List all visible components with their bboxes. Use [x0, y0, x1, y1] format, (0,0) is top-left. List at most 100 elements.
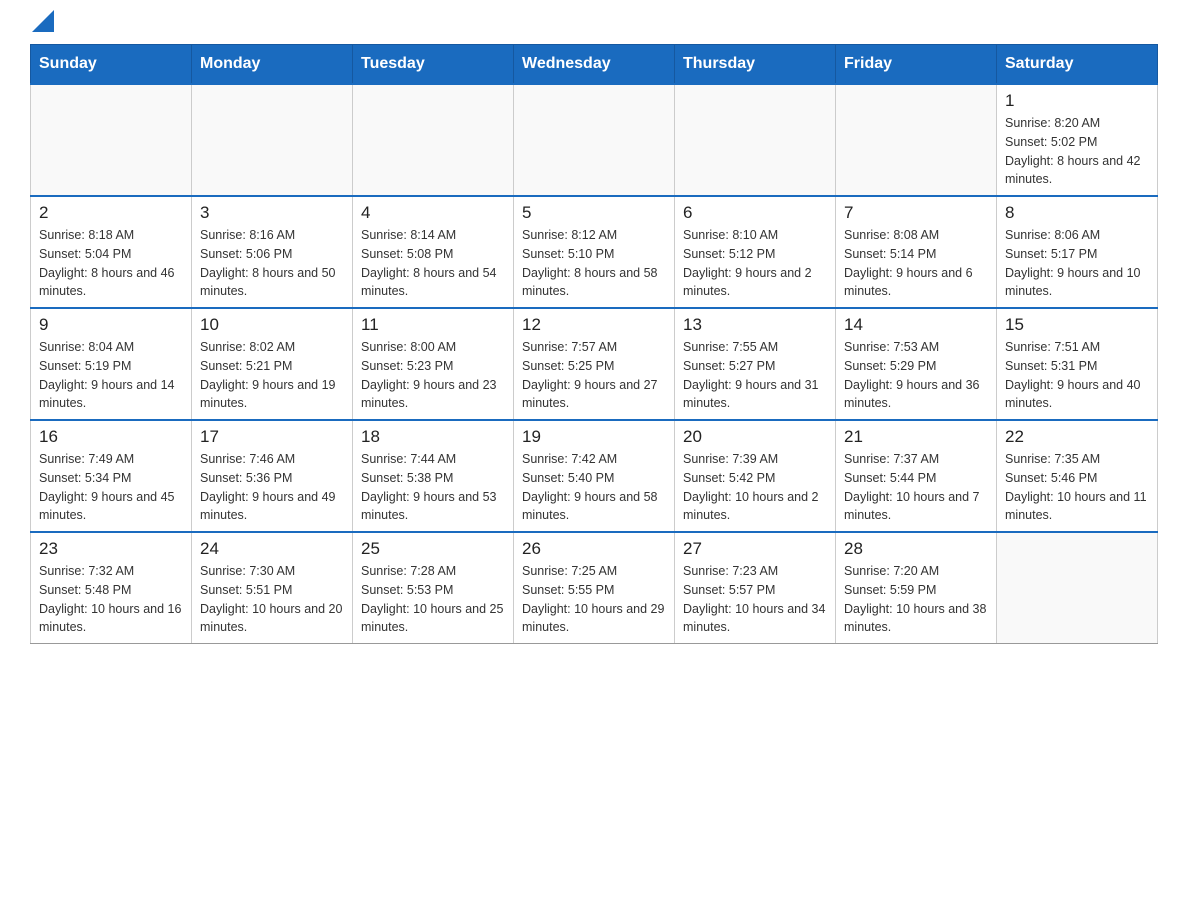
day-number: 19	[522, 427, 666, 447]
day-info: Sunrise: 8:20 AMSunset: 5:02 PMDaylight:…	[1005, 114, 1149, 189]
column-header-friday: Friday	[836, 45, 997, 85]
column-header-thursday: Thursday	[675, 45, 836, 85]
calendar-week-row: 1 Sunrise: 8:20 AMSunset: 5:02 PMDaylight…	[31, 84, 1158, 196]
day-info: Sunrise: 7:25 AMSunset: 5:55 PMDaylight:…	[522, 562, 666, 637]
calendar-cell: 27 Sunrise: 7:23 AMSunset: 5:57 PMDayligh…	[675, 532, 836, 644]
day-info: Sunrise: 7:23 AMSunset: 5:57 PMDaylight:…	[683, 562, 827, 637]
calendar-cell: 26 Sunrise: 7:25 AMSunset: 5:55 PMDayligh…	[514, 532, 675, 644]
calendar-week-row: 2 Sunrise: 8:18 AMSunset: 5:04 PMDaylight…	[31, 196, 1158, 308]
calendar-cell: 9 Sunrise: 8:04 AMSunset: 5:19 PMDaylight…	[31, 308, 192, 420]
column-header-monday: Monday	[192, 45, 353, 85]
day-number: 17	[200, 427, 344, 447]
day-info: Sunrise: 7:30 AMSunset: 5:51 PMDaylight:…	[200, 562, 344, 637]
day-info: Sunrise: 8:16 AMSunset: 5:06 PMDaylight:…	[200, 226, 344, 301]
day-info: Sunrise: 7:57 AMSunset: 5:25 PMDaylight:…	[522, 338, 666, 413]
calendar-cell: 20 Sunrise: 7:39 AMSunset: 5:42 PMDayligh…	[675, 420, 836, 532]
day-number: 25	[361, 539, 505, 559]
day-number: 4	[361, 203, 505, 223]
day-info: Sunrise: 7:35 AMSunset: 5:46 PMDaylight:…	[1005, 450, 1149, 525]
day-number: 26	[522, 539, 666, 559]
calendar-week-row: 23Sunrise: 7:32 AMSunset: 5:48 PMDayligh…	[31, 532, 1158, 644]
day-info: Sunrise: 7:46 AMSunset: 5:36 PMDaylight:…	[200, 450, 344, 525]
day-number: 21	[844, 427, 988, 447]
day-number: 15	[1005, 315, 1149, 335]
calendar-cell	[353, 84, 514, 196]
day-info: Sunrise: 7:37 AMSunset: 5:44 PMDaylight:…	[844, 450, 988, 525]
day-info: Sunrise: 7:51 AMSunset: 5:31 PMDaylight:…	[1005, 338, 1149, 413]
day-number: 23	[39, 539, 183, 559]
page-header	[30, 20, 1158, 24]
column-header-saturday: Saturday	[997, 45, 1158, 85]
calendar-cell: 24 Sunrise: 7:30 AMSunset: 5:51 PMDayligh…	[192, 532, 353, 644]
calendar-week-row: 9 Sunrise: 8:04 AMSunset: 5:19 PMDaylight…	[31, 308, 1158, 420]
calendar-week-row: 16 Sunrise: 7:49 AMSunset: 5:34 PMDayligh…	[31, 420, 1158, 532]
calendar-cell	[997, 532, 1158, 644]
calendar-cell: 14 Sunrise: 7:53 AMSunset: 5:29 PMDayligh…	[836, 308, 997, 420]
day-info: Sunrise: 8:18 AMSunset: 5:04 PMDaylight:…	[39, 226, 183, 301]
day-number: 20	[683, 427, 827, 447]
column-header-sunday: Sunday	[31, 45, 192, 85]
calendar-cell: 18Sunrise: 7:44 AMSunset: 5:38 PMDayligh…	[353, 420, 514, 532]
column-header-wednesday: Wednesday	[514, 45, 675, 85]
day-info: Sunrise: 8:00 AMSunset: 5:23 PMDaylight:…	[361, 338, 505, 413]
calendar-cell: 22 Sunrise: 7:35 AMSunset: 5:46 PMDayligh…	[997, 420, 1158, 532]
day-number: 11	[361, 315, 505, 335]
calendar-cell: 16 Sunrise: 7:49 AMSunset: 5:34 PMDayligh…	[31, 420, 192, 532]
day-info: Sunrise: 8:08 AMSunset: 5:14 PMDaylight:…	[844, 226, 988, 301]
calendar-cell: 8 Sunrise: 8:06 AMSunset: 5:17 PMDaylight…	[997, 196, 1158, 308]
calendar-cell: 25 Sunrise: 7:28 AMSunset: 5:53 PMDayligh…	[353, 532, 514, 644]
day-number: 2	[39, 203, 183, 223]
calendar-cell: 21 Sunrise: 7:37 AMSunset: 5:44 PMDayligh…	[836, 420, 997, 532]
calendar-cell: 13 Sunrise: 7:55 AMSunset: 5:27 PMDayligh…	[675, 308, 836, 420]
calendar-table: SundayMondayTuesdayWednesdayThursdayFrid…	[30, 44, 1158, 644]
calendar-cell: 11 Sunrise: 8:00 AMSunset: 5:23 PMDayligh…	[353, 308, 514, 420]
calendar-cell: 15 Sunrise: 7:51 AMSunset: 5:31 PMDayligh…	[997, 308, 1158, 420]
calendar-cell: 10 Sunrise: 8:02 AMSunset: 5:21 PMDayligh…	[192, 308, 353, 420]
day-number: 7	[844, 203, 988, 223]
day-number: 22	[1005, 427, 1149, 447]
day-number: 10	[200, 315, 344, 335]
day-number: 24	[200, 539, 344, 559]
calendar-cell: 17 Sunrise: 7:46 AMSunset: 5:36 PMDayligh…	[192, 420, 353, 532]
logo-triangle-icon	[32, 10, 54, 32]
day-info: Sunrise: 7:20 AMSunset: 5:59 PMDaylight:…	[844, 562, 988, 637]
day-number: 8	[1005, 203, 1149, 223]
calendar-cell: 4 Sunrise: 8:14 AMSunset: 5:08 PMDaylight…	[353, 196, 514, 308]
day-info: Sunrise: 7:42 AMSunset: 5:40 PMDaylight:…	[522, 450, 666, 525]
day-info: Sunrise: 8:06 AMSunset: 5:17 PMDaylight:…	[1005, 226, 1149, 301]
day-info: Sunrise: 8:04 AMSunset: 5:19 PMDaylight:…	[39, 338, 183, 413]
logo	[30, 20, 54, 24]
calendar-cell: 3 Sunrise: 8:16 AMSunset: 5:06 PMDaylight…	[192, 196, 353, 308]
day-number: 16	[39, 427, 183, 447]
calendar-cell: 23Sunrise: 7:32 AMSunset: 5:48 PMDayligh…	[31, 532, 192, 644]
day-number: 14	[844, 315, 988, 335]
day-number: 6	[683, 203, 827, 223]
day-info: Sunrise: 8:10 AMSunset: 5:12 PMDaylight:…	[683, 226, 827, 301]
calendar-cell: 6 Sunrise: 8:10 AMSunset: 5:12 PMDaylight…	[675, 196, 836, 308]
calendar-cell	[675, 84, 836, 196]
day-number: 13	[683, 315, 827, 335]
day-number: 5	[522, 203, 666, 223]
day-info: Sunrise: 7:55 AMSunset: 5:27 PMDaylight:…	[683, 338, 827, 413]
calendar-cell: 28 Sunrise: 7:20 AMSunset: 5:59 PMDayligh…	[836, 532, 997, 644]
calendar-cell: 2 Sunrise: 8:18 AMSunset: 5:04 PMDaylight…	[31, 196, 192, 308]
calendar-cell: 12 Sunrise: 7:57 AMSunset: 5:25 PMDayligh…	[514, 308, 675, 420]
day-number: 27	[683, 539, 827, 559]
day-number: 3	[200, 203, 344, 223]
day-info: Sunrise: 7:49 AMSunset: 5:34 PMDaylight:…	[39, 450, 183, 525]
calendar-cell	[514, 84, 675, 196]
day-number: 12	[522, 315, 666, 335]
day-info: Sunrise: 7:44 AMSunset: 5:38 PMDaylight:…	[361, 450, 505, 525]
day-info: Sunrise: 8:02 AMSunset: 5:21 PMDaylight:…	[200, 338, 344, 413]
calendar-cell	[31, 84, 192, 196]
day-info: Sunrise: 7:39 AMSunset: 5:42 PMDaylight:…	[683, 450, 827, 525]
day-info: Sunrise: 8:12 AMSunset: 5:10 PMDaylight:…	[522, 226, 666, 301]
calendar-cell	[192, 84, 353, 196]
day-number: 1	[1005, 91, 1149, 111]
day-number: 9	[39, 315, 183, 335]
day-info: Sunrise: 7:28 AMSunset: 5:53 PMDaylight:…	[361, 562, 505, 637]
day-info: Sunrise: 7:53 AMSunset: 5:29 PMDaylight:…	[844, 338, 988, 413]
day-info: Sunrise: 8:14 AMSunset: 5:08 PMDaylight:…	[361, 226, 505, 301]
day-number: 28	[844, 539, 988, 559]
calendar-cell: 5 Sunrise: 8:12 AMSunset: 5:10 PMDaylight…	[514, 196, 675, 308]
